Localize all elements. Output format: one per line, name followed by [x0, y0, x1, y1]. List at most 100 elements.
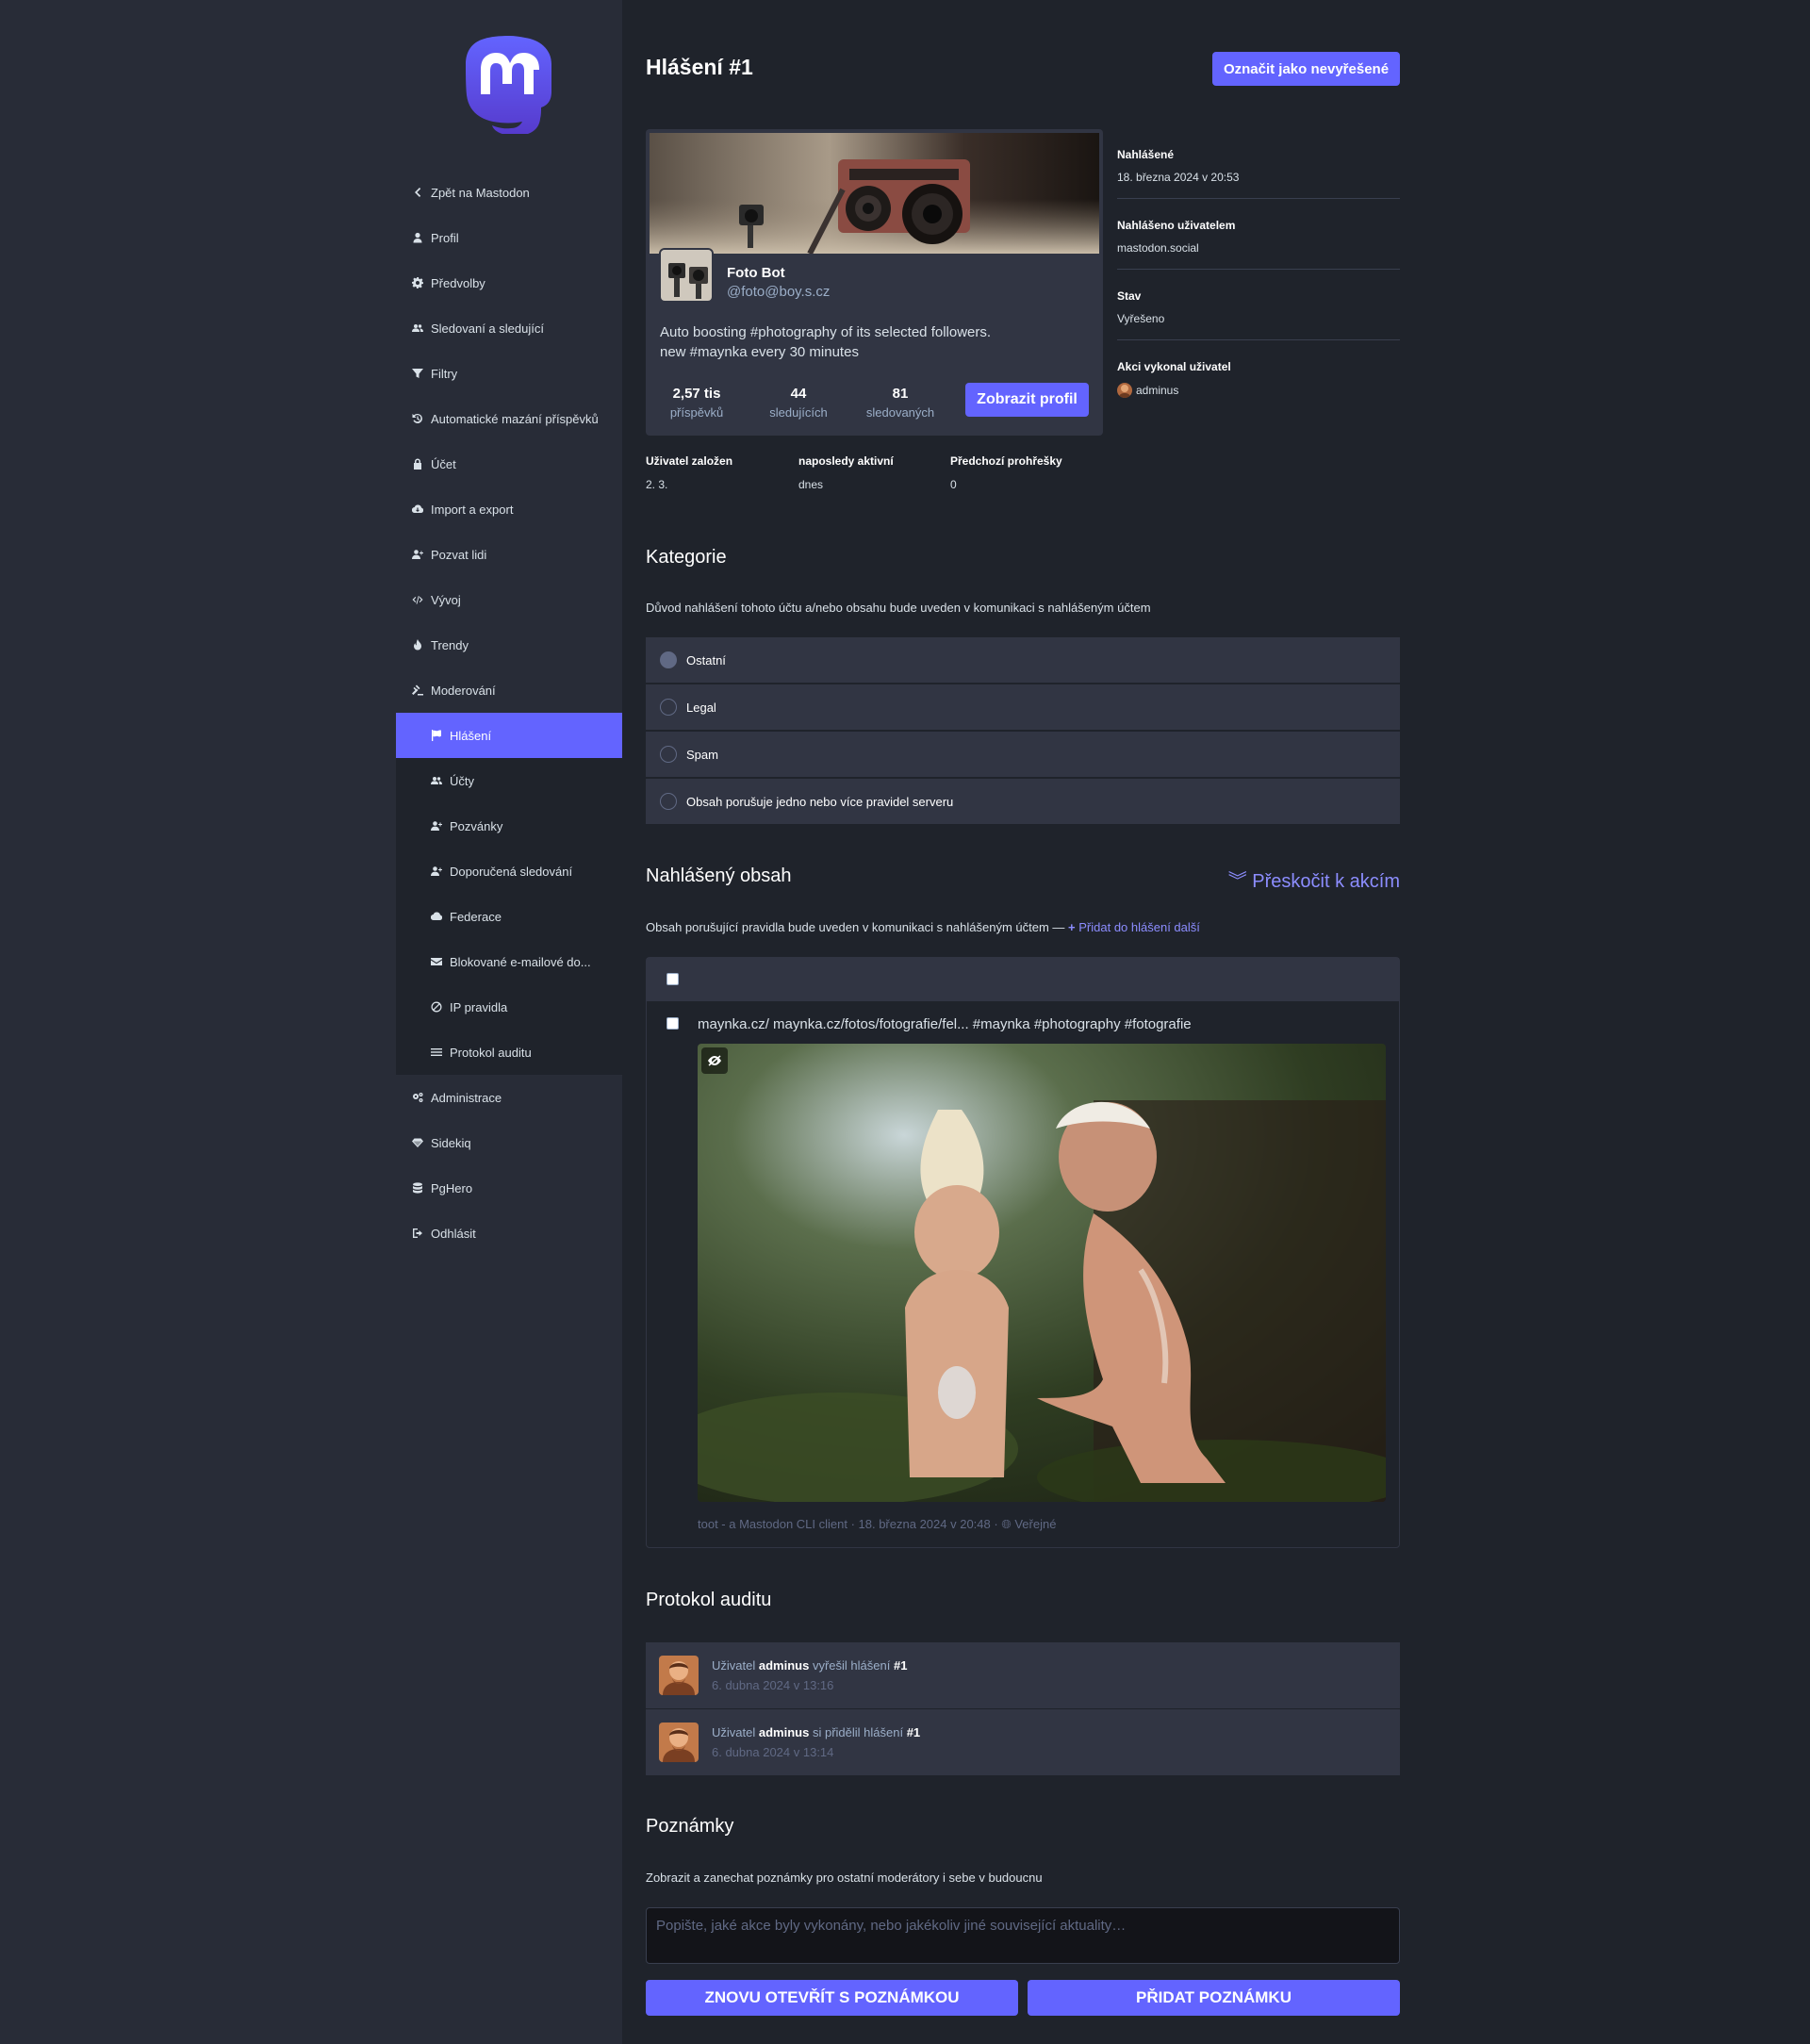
report-info-status: Stav Vyřešeno	[1117, 289, 1400, 340]
history-icon	[411, 412, 424, 425]
category-option-other[interactable]: Ostatní	[646, 637, 1400, 683]
radio-button[interactable]	[660, 651, 677, 668]
list-icon	[430, 1046, 443, 1059]
cloud-icon	[430, 910, 443, 923]
gear-icon	[411, 276, 424, 289]
status-content: maynka.cz/ maynka.cz/fotos/fotografie/fe…	[698, 1016, 1192, 1032]
audit-log-entry: Uživatel adminus si přidělil hlášení #1 …	[646, 1709, 1400, 1775]
add-more-to-report-link[interactable]: + Přidat do hlášení další	[1068, 920, 1200, 934]
action-user-name: adminus	[1136, 384, 1179, 397]
sidebar-item-invites[interactable]: Pozvat lidi	[396, 532, 622, 577]
user-plus-icon	[430, 865, 443, 878]
sidebar-nav: Zpět na Mastodon Profil Předvolby Sledov…	[396, 170, 622, 1256]
sidebar-item-sidekiq[interactable]: Sidekiq	[396, 1120, 622, 1165]
mastodon-logo[interactable]	[464, 36, 554, 136]
hide-media-eye-slash-icon[interactable]	[701, 1047, 728, 1074]
report-info-reported-at: Nahlášené 18. března 2024 v 20:53	[1117, 148, 1400, 199]
notes-title: Poznámky	[646, 1816, 734, 1837]
view-profile-button[interactable]: Zobrazit profil	[965, 383, 1089, 417]
audit-log-list: Uživatel adminus vyřešil hlášení #1 6. d…	[646, 1642, 1400, 1776]
sidebar-item-audit-log[interactable]: Protokol auditu	[396, 1030, 622, 1075]
double-chevron-down-icon: ︾	[1227, 871, 1247, 892]
audit-log-text: Uživatel adminus si přidělil hlášení #1	[712, 1725, 921, 1739]
sidebar-item-reports[interactable]: Hlášení	[396, 713, 622, 758]
sidebar-item-preferences[interactable]: Předvolby	[396, 260, 622, 305]
reported-statuses: maynka.cz/ maynka.cz/fotos/fotografie/fe…	[646, 957, 1400, 1548]
reported-content-hint: Obsah porušující pravidla bude uveden v …	[646, 920, 1200, 934]
category-option-legal[interactable]: Legal	[646, 684, 1400, 730]
select-all-checkbox[interactable]	[666, 973, 679, 985]
skip-to-actions-link[interactable]: ︾ Přeskočit k akcím	[1228, 865, 1400, 893]
sidebar-item-back[interactable]: Zpět na Mastodon	[396, 170, 622, 215]
avatar[interactable]	[659, 1656, 699, 1695]
avatar[interactable]	[659, 1723, 699, 1762]
category-hint: Důvod nahlášení tohoto účtu a/nebo obsah…	[646, 601, 1151, 615]
category-option-spam[interactable]: Spam	[646, 732, 1400, 777]
sidebar-item-filters[interactable]: Filtry	[396, 351, 622, 396]
account-previous-strikes: Předchozí prohřešky 0	[950, 454, 1062, 491]
lock-icon	[411, 457, 424, 470]
category-title: Kategorie	[646, 547, 727, 568]
avatar	[1117, 383, 1132, 398]
stat-posts: 2,57 tis příspěvků	[669, 386, 724, 420]
status-visibility: Veřejné	[1014, 1517, 1057, 1531]
account-avatar[interactable]	[659, 248, 714, 303]
sidebar-item-moderation[interactable]: Moderování	[396, 668, 622, 713]
sidebar-item-follow-recommendations[interactable]: Doporučená sledování	[396, 849, 622, 894]
sidebar-item-invitations[interactable]: Pozvánky	[396, 803, 622, 849]
database-icon	[411, 1181, 424, 1195]
report-info-reported-by: Nahlášeno uživatelem mastodon.social	[1117, 219, 1400, 270]
report-info-action-taken-by: Akci vykonal uživatel adminus	[1117, 360, 1231, 398]
users-icon	[411, 321, 424, 335]
sidebar-item-pghero[interactable]: PgHero	[396, 1165, 622, 1211]
status-checkbox[interactable]	[666, 1017, 679, 1030]
account-handle: @foto@boy.s.cz	[727, 284, 831, 300]
sidebar-item-logout[interactable]: Odhlásit	[396, 1211, 622, 1256]
radio-button[interactable]	[660, 699, 677, 716]
globe-icon: 🌐︎	[1001, 1517, 1012, 1531]
user-plus-icon	[430, 819, 443, 832]
account-header-image	[650, 133, 1099, 254]
radio-button[interactable]	[660, 746, 677, 763]
notes-textarea[interactable]	[646, 1907, 1400, 1964]
fire-icon	[411, 638, 424, 651]
reopen-with-note-button[interactable]: Znovu otevřít s poznámkou	[646, 1980, 1018, 2016]
status-meta: toot - a Mastodon CLI client · 18. březn…	[698, 1517, 1057, 1531]
account-created: Uživatel založen 2. 3.	[646, 454, 733, 491]
sidebar-item-import-export[interactable]: Import a export	[396, 486, 622, 532]
plus-icon: +	[1068, 920, 1076, 934]
audit-log-title: Protokol auditu	[646, 1590, 772, 1610]
sidebar-item-email-domain-blocks[interactable]: Blokované e-mailové do...	[396, 939, 622, 984]
cogs-icon	[411, 1091, 424, 1104]
users-icon	[430, 774, 443, 787]
sidebar-item-ip-rules[interactable]: IP pravidla	[396, 984, 622, 1030]
account-bio: Auto boosting #photography of its select…	[660, 324, 992, 360]
category-option-rule-violation[interactable]: Obsah porušuje jedno nebo více pravidel …	[646, 779, 1400, 824]
stat-following: 81 sledovaných	[865, 386, 935, 420]
sidebar-item-trends[interactable]: Trendy	[396, 622, 622, 668]
sidebar-item-administration[interactable]: Administrace	[396, 1075, 622, 1120]
account-card: Foto Bot @foto@boy.s.cz Auto boosting #p…	[646, 129, 1103, 436]
mark-unresolved-button[interactable]: Označit jako nevyřešené	[1212, 52, 1400, 86]
status-media-image[interactable]	[698, 1044, 1386, 1502]
sidebar-item-profile[interactable]: Profil	[396, 215, 622, 260]
stat-followers: 44 sledujících	[769, 386, 828, 420]
sidebar-item-federation[interactable]: Federace	[396, 894, 622, 939]
select-all-row	[647, 958, 1399, 1001]
audit-log-text: Uživatel adminus vyřešil hlášení #1	[712, 1658, 908, 1673]
diamond-icon	[411, 1136, 424, 1149]
sidebar-item-accounts[interactable]: Účty	[396, 758, 622, 803]
reported-content-title: Nahlášený obsah	[646, 865, 792, 886]
sidebar-item-relationships[interactable]: Sledovaní a sledující	[396, 305, 622, 351]
category-options: Ostatní Legal Spam Obsah porušuje jedno …	[646, 637, 1400, 826]
gavel-icon	[411, 684, 424, 697]
account-display-name[interactable]: Foto Bot	[727, 265, 785, 281]
envelope-icon	[430, 955, 443, 968]
filter-icon	[411, 367, 424, 380]
radio-button[interactable]	[660, 793, 677, 810]
notes-hint: Zobrazit a zanechat poznámky pro ostatní…	[646, 1871, 1043, 1885]
add-note-button[interactable]: Přidat poznámku	[1028, 1980, 1400, 2016]
sidebar-item-development[interactable]: Vývoj	[396, 577, 622, 622]
sidebar-item-auto-delete[interactable]: Automatické mazání příspěvků	[396, 396, 622, 441]
sidebar-item-account[interactable]: Účet	[396, 441, 622, 486]
